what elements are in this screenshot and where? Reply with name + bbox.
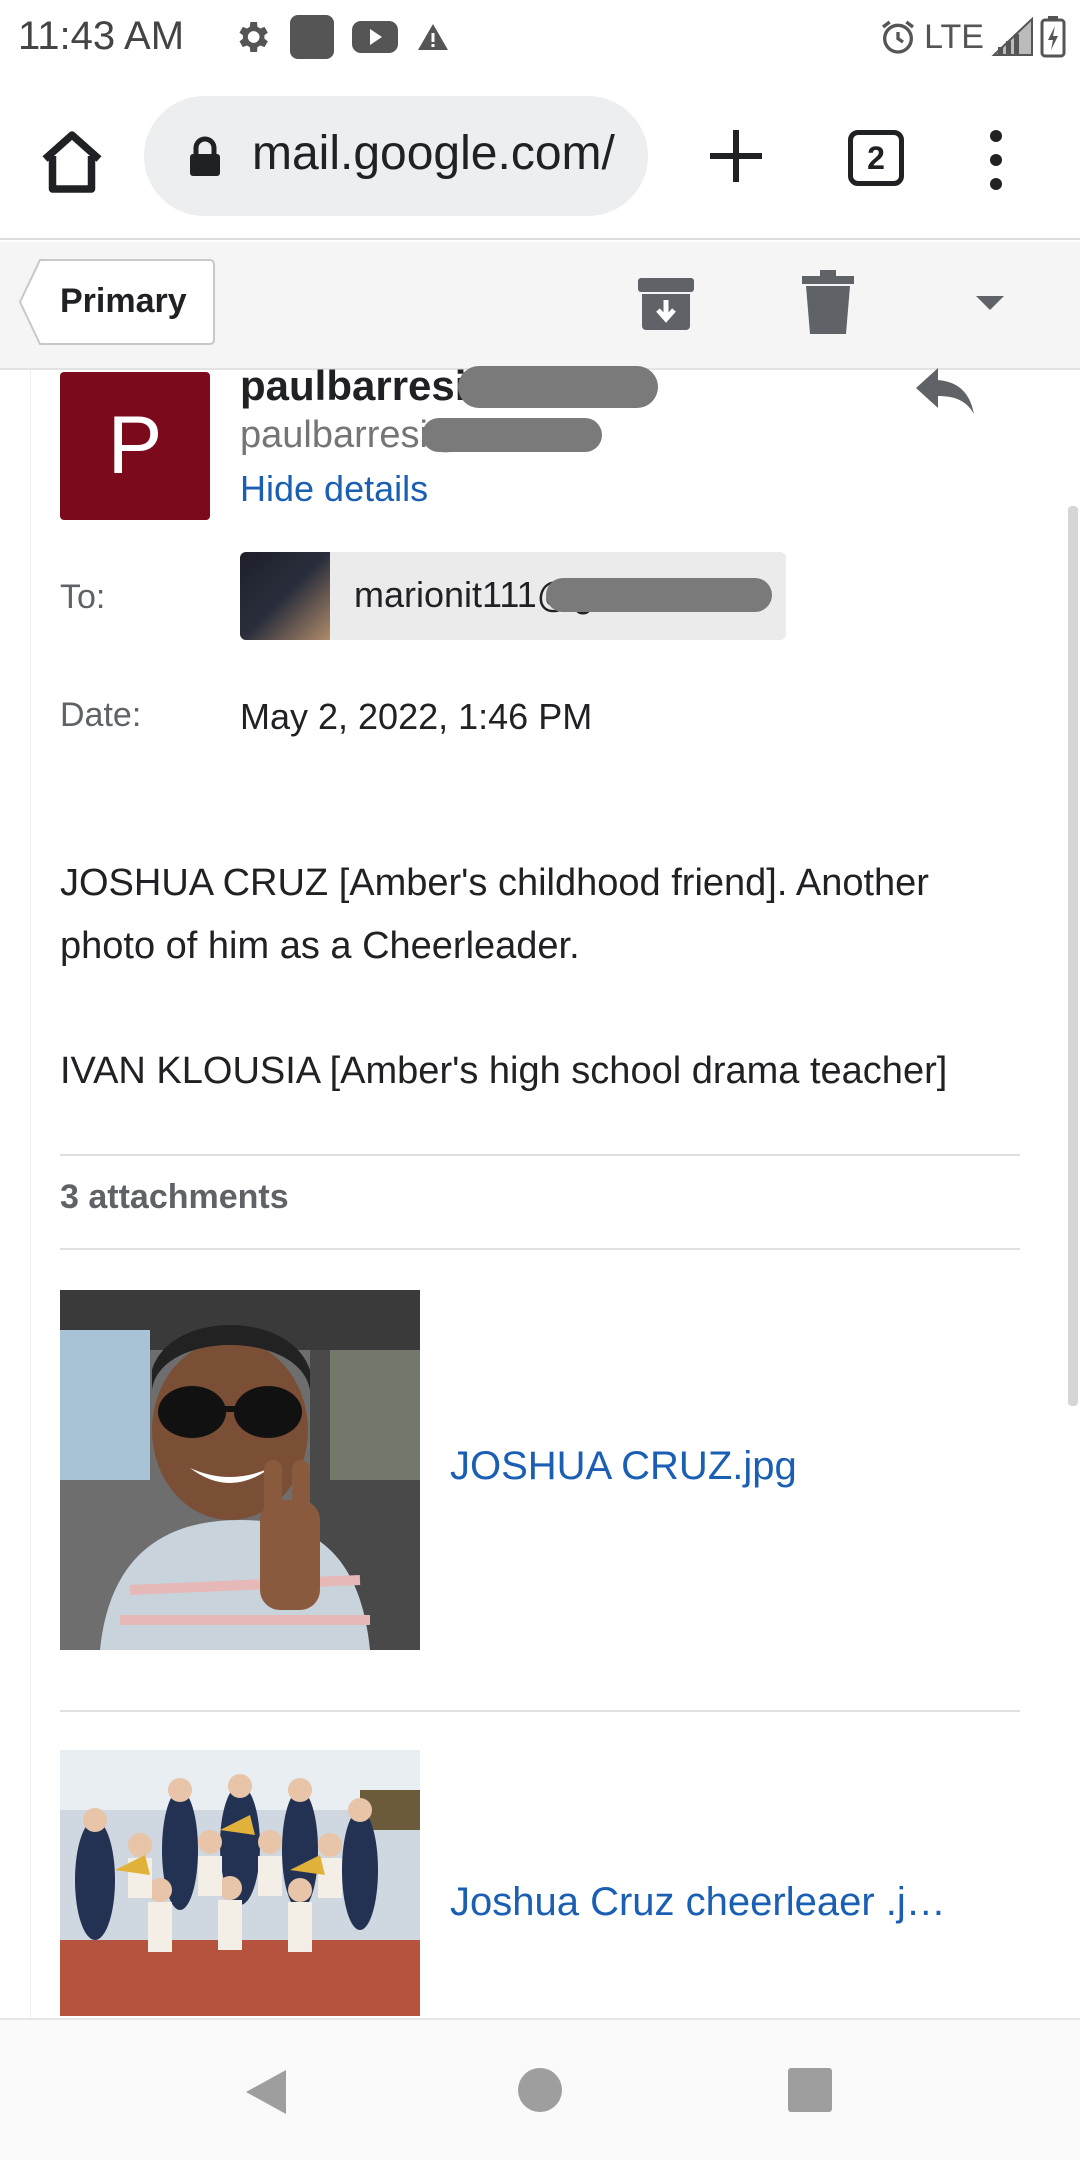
warning-icon xyxy=(418,24,448,50)
status-time: 11:43 AM xyxy=(18,14,185,58)
sender-avatar: P xyxy=(60,372,210,520)
attachment-thumbnail[interactable] xyxy=(60,1750,420,2016)
new-tab-icon[interactable] xyxy=(704,124,768,188)
hide-details-link[interactable]: Hide details xyxy=(240,468,428,510)
divider xyxy=(60,1710,1020,1712)
network-type: LTE xyxy=(924,17,984,56)
lock-icon xyxy=(190,136,220,176)
battery-icon xyxy=(1040,16,1066,58)
url-bar[interactable]: mail.google.com/ xyxy=(144,96,648,216)
attachment-thumbnail[interactable] xyxy=(60,1290,420,1650)
attachments-count: 3 attachments xyxy=(60,1178,289,1216)
home-nav-icon[interactable] xyxy=(518,2068,562,2112)
date-label: Date: xyxy=(60,696,142,734)
primary-label: Primary xyxy=(60,282,187,320)
divider xyxy=(60,1248,1020,1250)
scrollbar[interactable] xyxy=(1068,506,1078,1406)
settings-icon xyxy=(239,22,268,52)
attachment-link[interactable]: Joshua Cruz cheerleaer .j… xyxy=(450,1880,946,1925)
chevron-down-icon[interactable] xyxy=(970,282,1010,322)
status-bar: 11:43 AM LTE xyxy=(0,0,1080,74)
alarm-icon xyxy=(882,20,915,54)
divider xyxy=(60,1154,1020,1156)
recipient-avatar xyxy=(240,552,330,640)
date-value: May 2, 2022, 1:46 PM xyxy=(240,696,593,737)
home-icon[interactable] xyxy=(36,126,108,198)
reply-icon[interactable] xyxy=(914,366,976,416)
redaction-bar xyxy=(458,366,658,408)
redaction-bar xyxy=(422,418,602,452)
youtube-icon xyxy=(352,21,398,53)
back-to-primary-button[interactable]: Primary xyxy=(18,258,216,346)
more-options-icon[interactable] xyxy=(978,128,1014,192)
browser-toolbar: mail.google.com/ 2 xyxy=(0,74,1080,240)
delete-icon[interactable] xyxy=(800,270,856,336)
signal-icon xyxy=(991,17,1033,56)
email-body-paragraph: JOSHUA CRUZ [Amber's childhood friend]. … xyxy=(60,862,929,967)
tab-switcher-button[interactable]: 2 xyxy=(848,130,904,186)
attachment-link[interactable]: JOSHUA CRUZ.jpg xyxy=(450,1444,797,1489)
email-body-paragraph: IVAN KLOUSIA [Amber's high school drama … xyxy=(60,1050,948,1092)
notification-icons xyxy=(232,12,450,62)
back-icon[interactable] xyxy=(244,2068,288,2116)
archive-icon[interactable] xyxy=(634,272,698,336)
system-icons: LTE xyxy=(878,12,1066,62)
recents-icon[interactable] xyxy=(788,2068,832,2112)
url-text: mail.google.com/ xyxy=(252,127,615,180)
system-nav-bar xyxy=(0,2018,1080,2160)
redaction-bar xyxy=(546,578,772,612)
app-icon xyxy=(290,15,334,59)
to-label: To: xyxy=(60,578,106,616)
recipient-chip[interactable]: marionit111@g xyxy=(240,552,786,640)
gmail-action-bar: Primary xyxy=(0,242,1080,370)
